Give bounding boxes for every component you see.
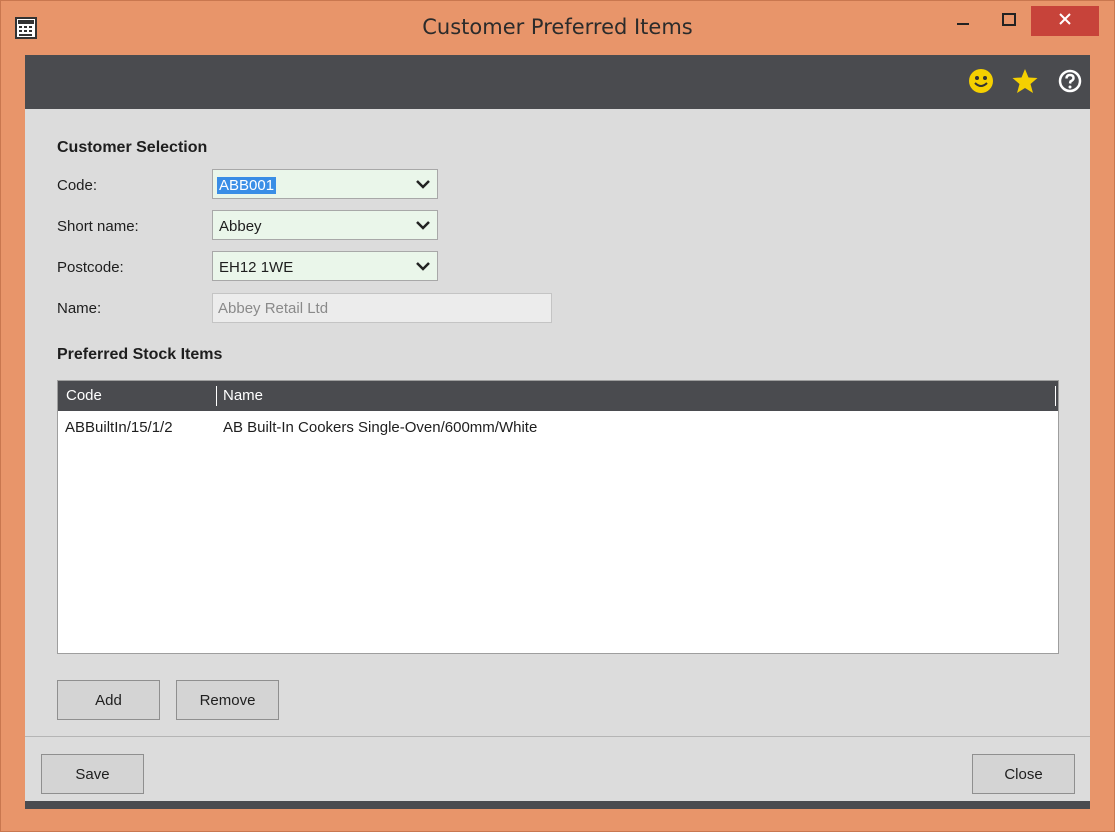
application-window: Customer Preferred Items Customer Select…	[0, 0, 1115, 832]
column-header-code[interactable]: Code	[66, 387, 102, 404]
column-header-name[interactable]: Name	[223, 387, 263, 404]
code-combobox[interactable]: ABB001	[212, 169, 438, 199]
code-value[interactable]: ABB001	[217, 177, 277, 194]
help-icon[interactable]	[1055, 66, 1085, 96]
minimize-icon	[956, 13, 970, 32]
row-name-cell[interactable]: AB Built-In Cookers Single-Oven/600mm/Wh…	[223, 419, 537, 436]
name-value: Abbey Retail Ltd	[218, 300, 329, 317]
close-icon	[1058, 12, 1072, 31]
table-row[interactable]: ABBuiltIn/15/1/2 AB Built-In Cookers Sin…	[58, 413, 1058, 441]
toolbar	[25, 55, 1090, 109]
star-icon[interactable]	[1010, 66, 1040, 96]
preferred-items-grid[interactable]: Code Name ABBuiltIn/15/1/2 AB Built-In C…	[57, 380, 1059, 654]
grid-header: Code Name	[58, 381, 1058, 411]
title-bar[interactable]: Customer Preferred Items	[1, 1, 1114, 54]
chevron-down-icon[interactable]	[415, 177, 431, 191]
chevron-down-icon[interactable]	[415, 218, 431, 232]
add-button[interactable]: Add	[57, 680, 160, 720]
footer-strip	[25, 801, 1090, 809]
column-separator[interactable]	[216, 386, 217, 406]
close-button[interactable]: Close	[972, 754, 1075, 794]
column-separator[interactable]	[1055, 386, 1056, 406]
maximize-button[interactable]	[991, 7, 1027, 37]
close-window-button[interactable]	[1031, 6, 1099, 36]
chevron-down-icon[interactable]	[415, 259, 431, 273]
minimize-button[interactable]	[945, 7, 981, 37]
customer-selection-title: Customer Selection	[57, 139, 208, 156]
short-name-combobox[interactable]: Abbey	[212, 210, 438, 240]
preferred-stock-items-title: Preferred Stock Items	[57, 346, 223, 363]
smiley-icon[interactable]	[966, 66, 996, 96]
maximize-icon	[1002, 12, 1016, 32]
postcode-label: Postcode:	[57, 259, 124, 276]
short-name-label: Short name:	[57, 218, 139, 235]
remove-button[interactable]: Remove	[176, 680, 279, 720]
name-field: Abbey Retail Ltd	[212, 293, 552, 323]
name-label: Name:	[57, 300, 102, 317]
main-content: Customer Selection Code: ABB001 Short na…	[25, 55, 1090, 809]
postcode-value[interactable]: EH12 1WE	[219, 259, 293, 276]
postcode-combobox[interactable]: EH12 1WE	[212, 251, 438, 281]
short-name-value[interactable]: Abbey	[219, 218, 262, 235]
footer-divider	[25, 736, 1090, 737]
code-label: Code:	[57, 177, 98, 194]
row-code-cell[interactable]: ABBuiltIn/15/1/2	[65, 419, 173, 436]
save-button[interactable]: Save	[41, 754, 144, 794]
